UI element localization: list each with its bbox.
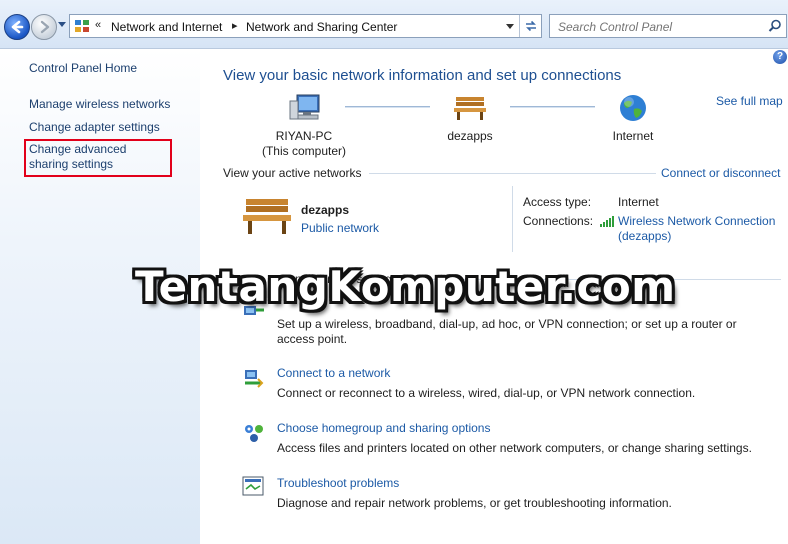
control-panel-icon: [75, 20, 89, 32]
bench-icon: [454, 97, 486, 120]
search-box[interactable]: [549, 14, 787, 38]
active-networks-title: View your active networks: [223, 166, 362, 180]
sidebar-item-control-panel-home[interactable]: Control Panel Home: [29, 61, 137, 75]
network-type-link[interactable]: Public network: [301, 221, 379, 235]
search-input[interactable]: [556, 18, 760, 36]
address-dropdown-arrow[interactable]: [506, 24, 514, 29]
task-troubleshoot-link[interactable]: Troubleshoot problems: [277, 476, 399, 490]
watermark-text: TentangKomputer.com: [135, 262, 676, 311]
arrow-left-icon: [11, 20, 24, 34]
task-connect-network-description: Connect or reconnect to a wireless, wire…: [277, 386, 696, 400]
wireless-network-connection-link[interactable]: Wireless Network Connection (dezapps): [618, 214, 775, 244]
map-connector-line: [345, 106, 430, 108]
connections-label: Connections:: [523, 214, 594, 228]
back-button[interactable]: [4, 14, 30, 40]
breadcrumb-separator[interactable]: ▸: [232, 19, 238, 32]
computer-name: RIYAN-PC: [275, 129, 333, 143]
see-full-map-link[interactable]: See full map: [716, 94, 783, 108]
connect-network-icon: [245, 370, 264, 388]
wireless-signal-icon: [600, 216, 614, 227]
sidebar-item-change-advanced-sharing-settings[interactable]: Change advanced sharing settings: [29, 142, 169, 172]
homegroup-icon: [245, 425, 263, 442]
map-node-computer[interactable]: RIYAN-PC (This computer): [252, 129, 356, 159]
map-node-internet[interactable]: Internet: [600, 129, 666, 143]
arrow-right-icon: [40, 20, 50, 34]
task-setup-connection-description: Set up a wireless, broadband, dial-up, a…: [277, 317, 737, 346]
sidebar-item-manage-wireless-networks[interactable]: Manage wireless networks: [29, 97, 170, 111]
task-homegroup-link[interactable]: Choose homegroup and sharing options: [277, 421, 490, 435]
forward-button[interactable]: [31, 14, 57, 40]
task-connect-network-link[interactable]: Connect to a network: [277, 366, 390, 380]
connection-ssid: (dezapps): [618, 229, 672, 243]
breadcrumb-network-and-sharing-center[interactable]: Network and Sharing Center: [246, 20, 397, 34]
search-icon[interactable]: [768, 19, 782, 33]
refresh-button[interactable]: [519, 15, 542, 37]
connect-or-disconnect-link[interactable]: Connect or disconnect: [661, 166, 780, 180]
highlight-box: Change advanced sharing settings: [24, 139, 172, 177]
task-homegroup-description: Access files and printers located on oth…: [277, 441, 752, 455]
vertical-divider: [512, 186, 513, 252]
computer-sub-label: (This computer): [261, 144, 347, 158]
recent-pages-dropdown[interactable]: [58, 22, 66, 27]
breadcrumb-overflow[interactable]: «: [95, 19, 101, 31]
sidebar-item-change-adapter-settings[interactable]: Change adapter settings: [29, 120, 160, 134]
refresh-icon: [526, 20, 536, 32]
address-bar[interactable]: « Network and Internet ▸ Network and Sha…: [69, 14, 542, 38]
active-network-name: dezapps: [301, 203, 350, 217]
help-icon[interactable]: ?: [773, 50, 787, 64]
section-divider: [369, 173, 656, 174]
page-title: View your basic network information and …: [223, 67, 622, 84]
troubleshoot-icon: [242, 476, 264, 496]
navigation-bar: « Network and Internet ▸ Network and Sha…: [0, 0, 788, 49]
task-troubleshoot-description: Diagnose and repair network problems, or…: [277, 496, 672, 510]
access-type-value: Internet: [618, 195, 659, 209]
breadcrumb-network-and-internet[interactable]: Network and Internet: [111, 20, 222, 34]
map-connector-line: [510, 106, 595, 108]
public-network-bench-icon: [243, 199, 291, 234]
connection-name: Wireless Network Connection: [618, 214, 776, 228]
map-node-network[interactable]: dezapps: [430, 129, 510, 143]
globe-icon: [620, 95, 646, 121]
access-type-label: Access type:: [523, 195, 592, 209]
computer-icon: [289, 94, 320, 120]
